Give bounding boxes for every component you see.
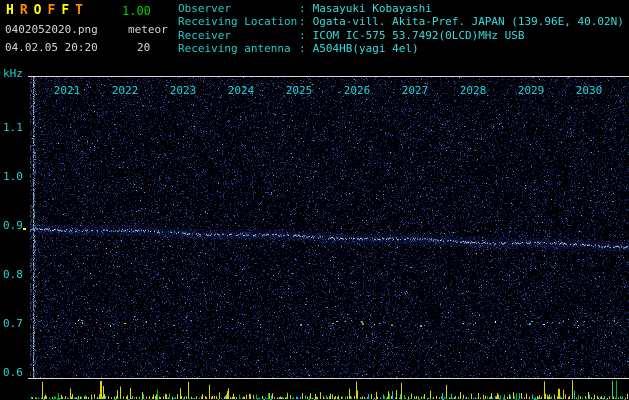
x-tick-label: 2028 xyxy=(459,84,487,97)
info-value: Ogata-vill. Akita-Pref. JAPAN (139.96E, … xyxy=(312,15,624,29)
station-info-row: Observer: Masayuki Kobayashi xyxy=(178,2,624,15)
logo-letter: O xyxy=(33,3,42,18)
x-tick-label: 2026 xyxy=(343,84,371,97)
info-value: A504HB(yagi 4el) xyxy=(312,41,419,55)
observation-datetime: 04.02.05 20:20 xyxy=(5,41,98,54)
y-tick-label: 1.1 xyxy=(3,121,23,134)
info-separator: : xyxy=(299,28,306,42)
info-label: Observer xyxy=(178,2,231,15)
signal-strip-canvas xyxy=(30,379,629,400)
info-value: ICOM IC-575 53.7492(0LCD)MHz USB xyxy=(312,28,525,42)
spectrogram-canvas xyxy=(30,77,629,378)
y-tick-label: 0.7 xyxy=(3,317,23,330)
info-separator: : xyxy=(299,2,306,15)
station-info-row: Receiving Location: Ogata-vill. Akita-Pre… xyxy=(178,15,624,28)
y-tick-label: 0.6 xyxy=(3,366,23,379)
info-label: Receiver xyxy=(178,28,231,42)
carrier-marker xyxy=(23,228,26,230)
x-tick-label: 2024 xyxy=(227,84,255,97)
logo-letter: F xyxy=(61,3,70,18)
hrofft-output: HROFFT 1.00 0402052020.png meteor 04.02.… xyxy=(0,0,629,400)
x-tick-label: 2023 xyxy=(169,84,197,97)
logo-letter: T xyxy=(75,3,83,18)
echo-count: 20 xyxy=(137,41,151,54)
strip-top-border xyxy=(28,378,629,379)
x-tick-label: 2029 xyxy=(517,84,545,97)
logo-letter: F xyxy=(47,3,56,18)
info-value: Masayuki Kobayashi xyxy=(312,2,432,15)
x-tick-label: 2021 xyxy=(53,84,81,97)
plot-top-border xyxy=(28,76,629,77)
info-separator: : xyxy=(299,41,306,55)
y-tick-label: 0.8 xyxy=(3,268,23,281)
output-filename: 0402052020.png xyxy=(5,23,98,36)
logo-letter: H xyxy=(6,3,14,18)
freq-axis-unit: kHz xyxy=(3,67,23,80)
info-label: Receiving Location xyxy=(178,15,298,29)
info-label: Receiving antenna xyxy=(178,41,291,55)
app-logo: HROFFT xyxy=(6,3,89,18)
observation-mode: meteor xyxy=(128,23,168,36)
y-tick-label: 0.9 xyxy=(3,219,23,232)
logo-letter: R xyxy=(19,3,28,18)
station-info-row: Receiving antenna: A504HB(yagi 4el) xyxy=(178,42,624,55)
x-tick-label: 2030 xyxy=(575,84,603,97)
x-tick-label: 2025 xyxy=(285,84,313,97)
station-info: Observer: Masayuki Kobayashi Receiving Lo… xyxy=(178,2,624,55)
x-tick-label: 2027 xyxy=(401,84,429,97)
x-tick-label: 2022 xyxy=(111,84,139,97)
y-tick-label: 1.0 xyxy=(3,170,23,183)
station-info-row: Receiver: ICOM IC-575 53.7492(0LCD)MHz US… xyxy=(178,29,624,42)
app-version: 1.00 xyxy=(122,4,151,18)
info-separator: : xyxy=(299,15,306,29)
